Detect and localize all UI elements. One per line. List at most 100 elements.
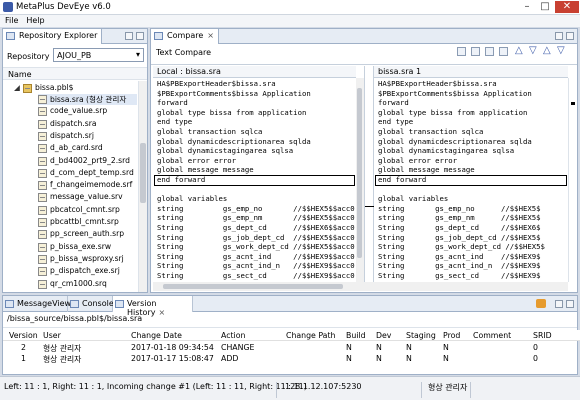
repository-select[interactable]: AJOU_PB ▾ — [53, 48, 144, 62]
tree-file-label: p_bissa_exe.srw — [50, 241, 112, 251]
code-line: global transaction sqlca — [378, 126, 484, 136]
column-header[interactable]: User — [43, 331, 61, 340]
maximize-view-icon[interactable] — [136, 32, 144, 40]
tab-compare[interactable]: Compare × — [151, 29, 219, 44]
minimize-button[interactable]: – — [518, 1, 536, 13]
overview-ruler[interactable] — [568, 78, 577, 282]
table-cell: ADD — [221, 353, 239, 363]
file-icon — [38, 205, 47, 215]
table-cell: N — [376, 353, 382, 363]
left-text-pane[interactable]: HA$PBExportHeader$bissa.sra $PBExportComm… — [153, 78, 356, 282]
table-row[interactable]: 1 형상 관리자 2017-01-17 15:08:47 ADD N N N N 0 — [3, 353, 580, 364]
code-line: global error error — [157, 155, 237, 165]
column-header[interactable]: Staging — [406, 331, 436, 340]
code-line: forward — [157, 98, 188, 108]
code-line: string gs_emp_nm //$$HEX5$ — [378, 213, 541, 223]
file-icon — [38, 119, 47, 129]
tree-file-label: message_value.srv — [50, 192, 123, 202]
left-pane-title: Local : bissa.sra — [153, 66, 356, 78]
code-line: global error error — [378, 155, 458, 165]
code-line: String gs_dept_cd //$$HEX6$$acc0 — [157, 222, 355, 232]
column-header[interactable]: Action — [221, 331, 245, 340]
right-pane-title: bissa.sra 1 — [374, 66, 568, 78]
prev-change-icon[interactable]: ▽ — [557, 45, 565, 56]
column-header[interactable]: Version — [9, 331, 38, 340]
table-cell: N — [346, 353, 352, 363]
tab-console[interactable]: Console — [68, 296, 114, 312]
horizontal-scrollbar[interactable] — [153, 282, 568, 291]
close-icon[interactable]: × — [158, 308, 165, 317]
table-cell: 형상 관리자 — [43, 354, 82, 364]
tree-file-label: dispatch.sra — [50, 118, 97, 128]
close-button[interactable]: ✕ — [555, 1, 579, 13]
compare-icon — [154, 32, 163, 40]
left-scrollbar[interactable] — [356, 78, 364, 282]
tree-file-label: d_ab_card.srd — [50, 143, 103, 153]
code-line: global dynamicdescriptionarea sqlda — [157, 136, 311, 146]
prev-diff-icon[interactable]: ▽ — [529, 45, 537, 56]
tab-label: Console — [82, 299, 114, 308]
status-separator — [470, 382, 471, 398]
history-table-header: Version User Change Date Action Change Path B… — [3, 330, 580, 341]
resource-path: /bissa_source/bissa.pbl$/bissa.sra — [7, 314, 143, 323]
column-header[interactable]: Build — [346, 331, 366, 340]
tree-file-label: pbcattbl_cmnt.srp — [50, 217, 119, 226]
column-header[interactable]: SRID — [533, 331, 552, 340]
column-header[interactable]: Comment — [473, 331, 511, 340]
tab-label: MessageView — [17, 299, 72, 308]
file-icon — [38, 181, 47, 191]
column-header[interactable]: Dev — [376, 331, 391, 340]
tree-file-item[interactable]: bissa.sra (형상 관리자 — [38, 94, 137, 105]
tree-file-label: dispatch.srj — [50, 130, 94, 140]
menu-help[interactable]: Help — [21, 15, 47, 25]
window-title: MetaPlus DevEye v6.0 — [16, 2, 111, 12]
tab-repository-explorer[interactable]: Repository Explorer — [3, 29, 103, 44]
tab-messageview[interactable]: MessageView — [3, 296, 72, 312]
minimize-view-icon[interactable] — [125, 32, 133, 40]
column-header[interactable]: Change Date — [131, 331, 182, 340]
code-line: String gs_sect_cd //$$HEX9$ — [378, 270, 541, 280]
tree-column-header: Name — [3, 67, 147, 80]
tree-file-label: code_value.srp — [50, 106, 108, 116]
tree-file-label: p_bissa_wsproxy.srj — [50, 253, 124, 263]
tree-root-label: bissa.pbl$ — [35, 83, 74, 92]
menu-file[interactable]: File — [0, 15, 21, 25]
next-change-icon[interactable]: △ — [543, 45, 551, 56]
table-row[interactable]: 2 형상 관리자 2017-01-18 09:34:54 CHANGE N N N N 0 — [3, 342, 580, 353]
minimize-view-icon[interactable] — [555, 300, 563, 308]
scrollbar-thumb[interactable] — [140, 143, 146, 203]
table-cell: N — [346, 343, 352, 352]
table-cell: N — [406, 343, 412, 352]
code-line: HA$PBExportHeader$bissa.sra — [157, 79, 276, 88]
next-diff-icon[interactable]: △ — [515, 45, 523, 56]
diff-highlight — [154, 175, 355, 186]
table-cell: N — [406, 353, 412, 363]
copy-right-icon[interactable] — [499, 47, 508, 56]
column-header[interactable]: Prod — [443, 331, 460, 340]
file-icon — [38, 267, 47, 277]
close-icon[interactable]: × — [207, 31, 214, 40]
scrollbar-thumb[interactable] — [163, 284, 343, 289]
compare-tab-bar: Compare × — [151, 29, 577, 44]
diff-highlight — [375, 175, 567, 186]
refresh-icon[interactable] — [536, 299, 546, 308]
maximize-view-icon[interactable] — [566, 32, 574, 40]
tab-version-history[interactable]: Version History × — [113, 296, 193, 317]
ruler-marker — [571, 102, 575, 105]
minimize-view-icon[interactable] — [555, 32, 563, 40]
compare-header: Text Compare — [156, 48, 212, 57]
copy-all-right-icon[interactable] — [471, 47, 480, 56]
right-text-pane[interactable]: HA$PBExportHeader$bissa.sra $PBExportComm… — [374, 78, 568, 282]
maximize-view-icon[interactable] — [566, 300, 574, 308]
tree-scrollbar[interactable] — [138, 81, 147, 292]
tab-label: Compare — [167, 31, 204, 40]
scrollbar-thumb[interactable] — [357, 88, 362, 258]
maximize-button[interactable]: □ — [536, 1, 554, 13]
code-line: global type bissa from application — [157, 107, 307, 117]
copy-all-left-icon[interactable] — [457, 47, 466, 56]
copy-left-icon[interactable] — [485, 47, 494, 56]
column-header[interactable]: Change Path — [286, 331, 335, 340]
bottom-tab-bar: MessageView Console Version History × — [3, 296, 577, 317]
code-line: global dynamicdescriptionarea sqlda — [378, 136, 532, 146]
code-line: end type — [157, 117, 193, 127]
